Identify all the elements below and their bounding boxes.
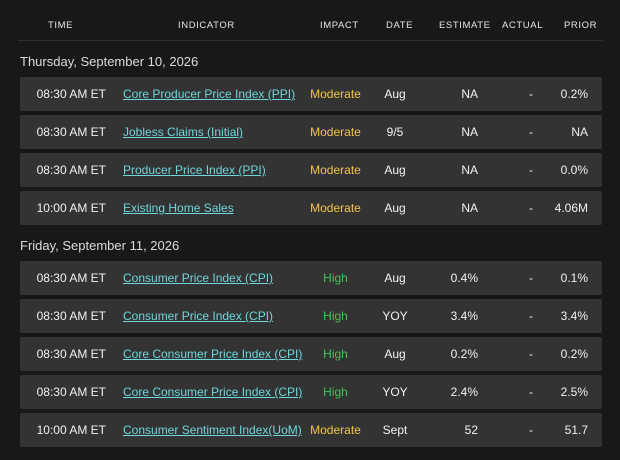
indicator-link[interactable]: Consumer Price Index (CPI) <box>123 261 303 295</box>
estimate-value: NA <box>461 201 478 215</box>
event-time: 08:30 AM ET <box>36 271 106 285</box>
actual-value: - <box>529 201 533 215</box>
table-row: 10:00 AM ET Consumer Sentiment Index(UoM)… <box>20 413 602 447</box>
prior-value: 4.06M <box>554 201 588 215</box>
prior-value: 0.1% <box>560 271 588 285</box>
actual-value: - <box>529 309 533 323</box>
actual-value: - <box>529 87 533 101</box>
event-date: Aug <box>384 163 406 177</box>
event-time: 08:30 AM ET <box>36 125 106 139</box>
actual-value: - <box>529 125 533 139</box>
event-date: Aug <box>384 87 406 101</box>
estimate-value: 52 <box>464 423 478 437</box>
prior-value: 0.2% <box>560 87 588 101</box>
event-time: 08:30 AM ET <box>36 309 106 323</box>
estimate-value: NA <box>461 125 478 139</box>
actual-value: - <box>529 347 533 361</box>
table-row: 08:30 AM ET Consumer Price Index (CPI) Hig… <box>20 261 602 295</box>
indicator-link[interactable]: Jobless Claims (Initial) <box>123 115 303 149</box>
indicator-link[interactable]: Core Consumer Price Index (CPI) <box>123 337 303 371</box>
event-date: YOY <box>382 385 408 399</box>
column-header-estimate[interactable]: ESTIMATE <box>439 20 491 31</box>
table-row: 08:30 AM ET Core Consumer Price Index (CP… <box>20 337 602 371</box>
column-header-prior[interactable]: PRIOR <box>564 20 597 31</box>
prior-value: 0.2% <box>560 347 588 361</box>
table-row: 08:30 AM ET Core Producer Price Index (PP… <box>20 77 602 111</box>
event-time: 08:30 AM ET <box>36 163 106 177</box>
table-row: 08:30 AM ET Producer Price Index (PPI) Mod… <box>20 153 602 187</box>
actual-value: - <box>529 271 533 285</box>
event-date: Sept <box>382 423 408 437</box>
prior-value: NA <box>571 125 588 139</box>
estimate-value: 0.2% <box>450 347 478 361</box>
column-header-actual[interactable]: ACTUAL <box>502 20 543 31</box>
table-row: 10:00 AM ET Existing Home Sales Moderate Au… <box>20 191 602 225</box>
estimate-value: NA <box>461 163 478 177</box>
event-time: 08:30 AM ET <box>36 87 106 101</box>
prior-value: 51.7 <box>564 423 588 437</box>
table-header: TIME INDICATOR IMPACT DATE ESTIMATE ACTU… <box>18 0 603 41</box>
estimate-value: 2.4% <box>450 385 478 399</box>
event-time: 08:30 AM ET <box>36 385 106 399</box>
table-row: 08:30 AM ET Core Consumer Price Index (CP… <box>20 375 602 409</box>
event-date: Aug <box>384 347 406 361</box>
estimate-value: NA <box>461 87 478 101</box>
event-time: 10:00 AM ET <box>36 423 106 437</box>
estimate-value: 3.4% <box>450 309 478 323</box>
event-date: YOY <box>382 309 408 323</box>
event-date: Aug <box>384 201 406 215</box>
event-time: 08:30 AM ET <box>36 347 106 361</box>
column-header-date[interactable]: DATE <box>386 20 413 31</box>
indicator-link[interactable]: Producer Price Index (PPI) <box>123 153 303 187</box>
event-date: Aug <box>384 271 406 285</box>
day-heading: Thursday, September 10, 2026 <box>20 54 199 69</box>
estimate-value: 0.4% <box>450 271 478 285</box>
actual-value: - <box>529 385 533 399</box>
column-header-time[interactable]: TIME <box>48 20 73 31</box>
indicator-link[interactable]: Consumer Price Index (CPI) <box>123 299 303 333</box>
indicator-link[interactable]: Core Producer Price Index (PPI) <box>123 77 303 111</box>
prior-value: 2.5% <box>560 385 588 399</box>
event-time: 10:00 AM ET <box>36 201 106 215</box>
indicator-link[interactable]: Consumer Sentiment Index(UoM) <box>123 413 303 447</box>
table-row: 08:30 AM ET Jobless Claims (Initial) Moder… <box>20 115 602 149</box>
column-header-indicator[interactable]: INDICATOR <box>178 20 235 31</box>
economic-calendar: TIME INDICATOR IMPACT DATE ESTIMATE ACTU… <box>0 0 620 460</box>
actual-value: - <box>529 423 533 437</box>
table-row: 08:30 AM ET Consumer Price Index (CPI) Hig… <box>20 299 602 333</box>
day-heading: Friday, September 11, 2026 <box>20 238 180 253</box>
indicator-link[interactable]: Existing Home Sales <box>123 191 303 225</box>
event-date: 9/5 <box>386 125 404 139</box>
actual-value: - <box>529 163 533 177</box>
prior-value: 0.0% <box>560 163 588 177</box>
prior-value: 3.4% <box>560 309 588 323</box>
column-header-impact[interactable]: IMPACT <box>320 20 359 31</box>
indicator-link[interactable]: Core Consumer Price Index (CPI) <box>123 375 303 409</box>
